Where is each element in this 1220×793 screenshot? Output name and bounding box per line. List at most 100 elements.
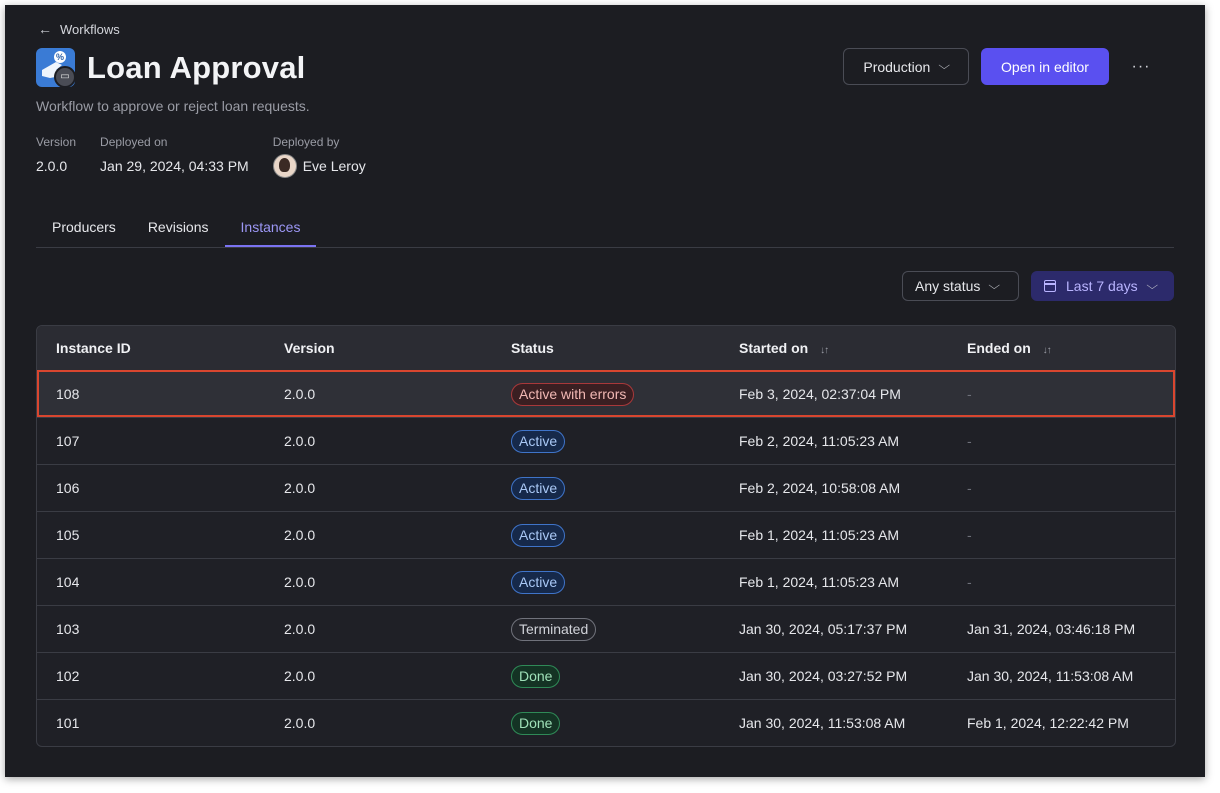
page-title: Loan Approval [87, 49, 306, 85]
environment-label: Production [863, 58, 931, 75]
page-subtitle: Workflow to approve or reject loan reque… [36, 98, 310, 114]
cell-version: 2.0.0 [284, 668, 316, 684]
tab-producers[interactable]: Producers [36, 208, 132, 246]
status-badge: Active with errors [511, 382, 635, 406]
cell-version: 2.0.0 [284, 574, 316, 590]
back-link[interactable]: ← Workflows [38, 21, 120, 37]
open-in-editor-button[interactable]: Open in editor [981, 48, 1109, 85]
meta-deployed-by-value[interactable]: Eve Leroy [272, 154, 366, 178]
status-badge: Active [511, 570, 566, 594]
table-header: Instance ID Version Status Started on ↓↑… [37, 326, 1175, 370]
table-row[interactable]: 107 2.0.0 Active Feb 2, 2024, 11:05:23 A… [37, 417, 1175, 464]
sort-icon[interactable]: ↓↑ [1043, 345, 1052, 356]
cell-version: 2.0.0 [284, 386, 316, 402]
chevron-down-icon: ⌵ [938, 60, 951, 72]
col-status[interactable]: Status [492, 340, 720, 356]
cell-ended-on: - [967, 574, 972, 590]
status-badge: Active [511, 523, 566, 547]
tab-revisions[interactable]: Revisions [132, 208, 225, 246]
meta-version: Version 2.0.0 [36, 135, 76, 175]
cell-status: Active [492, 570, 720, 594]
cell-version: 2.0.0 [284, 715, 316, 731]
status-filter-dropdown[interactable]: Any status ⌵ [902, 271, 1019, 301]
tab-instances[interactable]: Instances [224, 208, 317, 247]
cell-started-on: Feb 2, 2024, 10:58:08 AM [739, 480, 901, 496]
col-version[interactable]: Version [265, 340, 492, 356]
device-icon: ▭ [54, 66, 75, 87]
cell-started-on: Feb 1, 2024, 11:05:23 AM [739, 574, 900, 590]
date-range-dropdown[interactable]: Last 7 days ⌵ [1031, 271, 1174, 301]
cell-status: Active [492, 476, 720, 500]
table-row[interactable]: 103 2.0.0 Terminated Jan 30, 2024, 05:17… [37, 605, 1175, 652]
sort-icon[interactable]: ↓↑ [820, 345, 829, 356]
arrow-left-icon: ← [38, 21, 52, 37]
cell-started-on: Jan 30, 2024, 03:27:52 PM [739, 668, 908, 684]
avatar [272, 154, 297, 178]
table-row[interactable]: 101 2.0.0 Done Jan 30, 2024, 11:53:08 AM… [37, 699, 1175, 746]
table-row[interactable]: 106 2.0.0 Active Feb 2, 2024, 10:58:08 A… [37, 464, 1175, 511]
tab-bar: Producers Revisions Instances [36, 208, 1174, 248]
cell-ended-on: - [967, 433, 972, 449]
cell-status: Done [492, 664, 720, 688]
percent-icon: % [54, 51, 66, 63]
cell-instance-id: 108 [56, 386, 80, 402]
table-row[interactable]: 104 2.0.0 Active Feb 1, 2024, 11:05:23 A… [37, 558, 1175, 605]
header-actions: Production ⌵ Open in editor ··· [843, 48, 1161, 85]
meta-deployed-by-label: Deployed by [272, 135, 340, 149]
cell-version: 2.0.0 [284, 527, 316, 543]
cell-ended-on: - [967, 480, 972, 496]
workflow-app-icon: % ▭ [36, 48, 75, 87]
cell-ended-on: - [967, 527, 972, 543]
filters: Any status ⌵ Last 7 days ⌵ [902, 271, 1174, 301]
meta-version-label: Version [36, 135, 77, 149]
chevron-down-icon: ⌵ [1145, 279, 1158, 292]
table-row[interactable]: 102 2.0.0 Done Jan 30, 2024, 03:27:52 PM… [37, 652, 1175, 699]
cell-instance-id: 104 [56, 574, 80, 590]
cell-status: Active [492, 523, 720, 547]
cell-status: Active with errors [492, 382, 720, 406]
col-started-on[interactable]: Started on ↓↑ [720, 340, 948, 356]
app-window: ← Workflows % ▭ Loan Approval Workflow t… [5, 5, 1205, 777]
cell-version: 2.0.0 [284, 621, 316, 637]
environment-dropdown[interactable]: Production ⌵ [843, 48, 969, 85]
cell-ended-on: Jan 31, 2024, 03:46:18 PM [967, 621, 1136, 637]
table-row[interactable]: 105 2.0.0 Active Feb 1, 2024, 11:05:23 A… [37, 511, 1175, 558]
calendar-icon [1044, 280, 1056, 292]
col-ended-on-label: Ended on [967, 340, 1031, 356]
status-badge: Done [511, 664, 561, 688]
table-row[interactable]: 108 2.0.0 Active with errors Feb 3, 2024… [37, 370, 1175, 417]
col-ended-on[interactable]: Ended on ↓↑ [948, 340, 1175, 356]
cell-started-on: Jan 30, 2024, 05:17:37 PM [739, 621, 908, 637]
cell-started-on: Feb 2, 2024, 11:05:23 AM [739, 433, 900, 449]
date-range-label: Last 7 days [1066, 278, 1138, 294]
meta-deployed-on-value: Jan 29, 2024, 04:33 PM [100, 158, 249, 174]
cell-instance-id: 106 [56, 480, 80, 496]
cell-instance-id: 101 [56, 715, 80, 731]
status-filter-label: Any status [915, 278, 981, 294]
cell-ended-on: Jan 30, 2024, 11:53:08 AM [967, 668, 1134, 684]
col-instance-id[interactable]: Instance ID [37, 340, 265, 356]
cell-started-on: Jan 30, 2024, 11:53:08 AM [739, 715, 906, 731]
cell-ended-on: - [967, 386, 972, 402]
title-row: % ▭ Loan Approval [36, 48, 305, 87]
cell-status: Active [492, 429, 720, 453]
cell-version: 2.0.0 [284, 480, 316, 496]
status-badge: Done [511, 711, 561, 735]
deployer-name: Eve Leroy [302, 158, 366, 174]
cell-started-on: Feb 3, 2024, 02:37:04 PM [739, 386, 901, 402]
more-options-button[interactable]: ··· [1121, 48, 1161, 85]
col-started-on-label: Started on [739, 340, 809, 356]
instances-table: Instance ID Version Status Started on ↓↑… [36, 325, 1176, 747]
cell-ended-on: Feb 1, 2024, 12:22:42 PM [967, 715, 1129, 731]
chevron-down-icon: ⌵ [988, 279, 1001, 292]
meta-deployed-on-label: Deployed on [100, 135, 168, 149]
cell-instance-id: 102 [56, 668, 80, 684]
meta-deployed-by: Deployed by Eve Leroy [272, 135, 366, 178]
cell-instance-id: 105 [56, 527, 80, 543]
deployment-meta: Version 2.0.0 Deployed on Jan 29, 2024, … [36, 135, 390, 178]
meta-deployed-on: Deployed on Jan 29, 2024, 04:33 PM [100, 135, 249, 175]
cell-instance-id: 103 [56, 621, 80, 637]
status-badge: Active [511, 429, 566, 453]
cell-status: Terminated [492, 617, 720, 641]
cell-started-on: Feb 1, 2024, 11:05:23 AM [739, 527, 900, 543]
